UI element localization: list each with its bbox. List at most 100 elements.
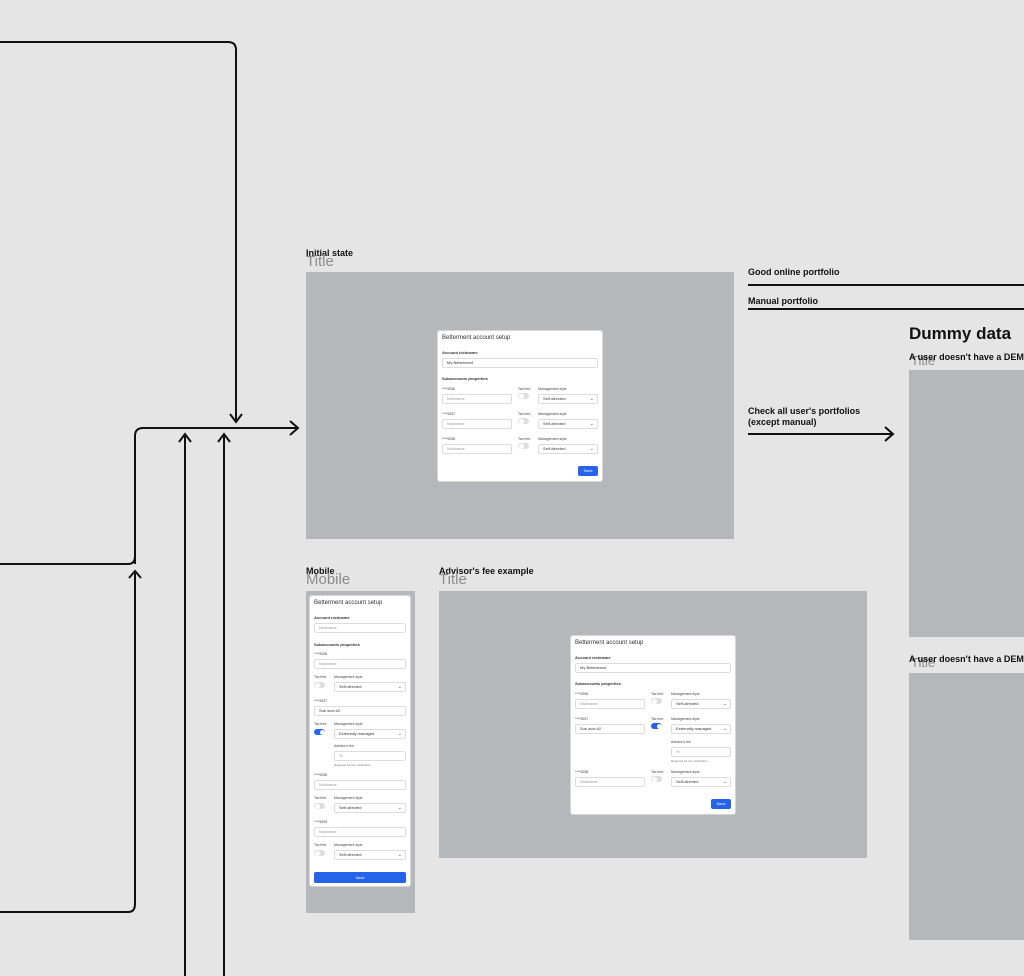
chevron-down-icon: ⌄ xyxy=(397,731,402,737)
account-number: ****5257 xyxy=(442,412,456,416)
management-label: Management style xyxy=(671,717,700,721)
save-button[interactable]: Save xyxy=(578,466,598,476)
management-select[interactable]: Self-directed ⌄ xyxy=(334,850,406,860)
tax-free-toggle[interactable] xyxy=(314,729,325,735)
account-number: ****5257 xyxy=(314,699,328,703)
subaccounts-label: Subaccounts properties xyxy=(442,376,488,381)
account-number: ****5256 xyxy=(442,387,456,391)
management-select[interactable]: Externally managed ⌄ xyxy=(334,729,406,739)
subaccount-nickname-input[interactable]: Nickname xyxy=(575,699,645,709)
nickname-label: Account nickname xyxy=(314,615,350,620)
management-select[interactable]: Self-directed ⌄ xyxy=(671,699,731,709)
nickname-input[interactable]: My Betterment xyxy=(575,663,731,673)
tax-free-toggle[interactable] xyxy=(314,850,325,856)
management-select[interactable]: Externally managed ⌄ xyxy=(671,724,731,734)
chevron-down-icon: ⌄ xyxy=(397,805,402,811)
management-label: Management style xyxy=(334,843,363,847)
subaccount-nickname-input[interactable]: Nickname xyxy=(314,659,406,669)
management-select-value: Self-directed xyxy=(543,421,566,426)
account-number: ****5257 xyxy=(575,717,589,721)
frame-dummy-1 xyxy=(909,370,1024,637)
tax-free-toggle[interactable] xyxy=(314,682,325,688)
wire-top xyxy=(0,41,237,420)
chevron-down-icon: ⌄ xyxy=(722,701,727,707)
tax-free-label: Tax free xyxy=(651,717,664,721)
subaccount-nickname-input[interactable]: Nickname xyxy=(442,419,512,429)
advisor-fee-label: Advisor's fee xyxy=(671,740,691,744)
management-select[interactable]: Self-directed ⌄ xyxy=(334,682,406,692)
account-number: ****5259 xyxy=(314,820,328,824)
nickname-label: Account nickname xyxy=(575,655,611,660)
tax-free-toggle[interactable] xyxy=(651,776,662,782)
subaccount-nickname-input[interactable]: Sub acct #2 xyxy=(314,706,406,716)
management-select[interactable]: Self-directed ⌄ xyxy=(671,777,731,787)
section-divider-1 xyxy=(748,284,1024,286)
save-button[interactable]: Save xyxy=(711,799,731,809)
tax-free-toggle[interactable] xyxy=(518,393,529,399)
frame-label-dummy-1: A user doesn't have a DEM xyxy=(909,352,1024,362)
subaccounts-label: Subaccounts properties xyxy=(314,642,360,647)
frame-title-mobile: Mobile xyxy=(306,571,351,588)
management-select-value: Self-directed xyxy=(339,684,362,689)
tax-free-label: Tax free xyxy=(314,796,327,800)
account-number: ****5258 xyxy=(575,770,589,774)
save-button[interactable]: Save xyxy=(314,872,406,883)
subaccount-nickname-input[interactable]: Nickname xyxy=(314,780,406,790)
section-manual: Manual portfolio xyxy=(748,296,818,306)
account-number: ****5258 xyxy=(442,437,456,441)
section-divider-2 xyxy=(748,308,1024,310)
management-label: Management style xyxy=(538,387,567,391)
tax-free-label: Tax free xyxy=(518,412,531,416)
tax-free-toggle[interactable] xyxy=(518,443,529,449)
tax-free-label: Tax free xyxy=(314,675,327,679)
tax-free-label: Tax free xyxy=(314,722,327,726)
dummy-data-heading: Dummy data xyxy=(909,324,1012,343)
subaccount-nickname-input[interactable]: Nickname xyxy=(314,827,406,837)
management-select[interactable]: Self-directed ⌄ xyxy=(334,803,406,813)
frame-label-dummy-2: A user doesn't have a DEM xyxy=(909,654,1024,664)
chevron-down-icon: ⌄ xyxy=(397,684,402,690)
tax-free-toggle[interactable] xyxy=(651,723,662,729)
chevron-down-icon: ⌄ xyxy=(589,446,594,452)
management-select[interactable]: Self-directed ⌄ xyxy=(538,394,598,404)
management-label: Management style xyxy=(538,412,567,416)
management-label: Management style xyxy=(671,692,700,696)
management-select-value: Self-directed xyxy=(676,779,699,784)
wire-left-return xyxy=(0,555,136,565)
management-select[interactable]: Self-directed ⌄ xyxy=(538,444,598,454)
card-title: Betterment account setup xyxy=(314,600,383,606)
chevron-down-icon: ⌄ xyxy=(589,396,594,402)
chevron-down-icon: ⌄ xyxy=(589,421,594,427)
advisor-fee-input[interactable]: % xyxy=(334,751,406,761)
management-select-value: Self-directed xyxy=(339,852,362,857)
subaccount-nickname-input[interactable]: Nickname xyxy=(442,444,512,454)
subaccounts-label: Subaccounts properties xyxy=(575,681,621,686)
account-number: ****5256 xyxy=(314,652,328,656)
management-select-value: Self-directed xyxy=(676,701,699,706)
management-label: Management style xyxy=(538,437,567,441)
management-select-value: Externally managed xyxy=(676,726,712,731)
setup-card-initial: Betterment account setup Account nicknam… xyxy=(438,331,602,481)
subaccount-nickname-input[interactable]: Sub acct #2 xyxy=(575,724,645,734)
account-number: ****5256 xyxy=(575,692,589,696)
tax-free-label: Tax free xyxy=(651,692,664,696)
nickname-input[interactable]: My Betterment xyxy=(442,358,598,368)
advisor-fee-input[interactable]: % xyxy=(671,747,731,757)
tax-free-toggle[interactable] xyxy=(314,803,325,809)
setup-card-mobile: Betterment account setup Account nicknam… xyxy=(310,596,410,886)
tax-free-label: Tax free xyxy=(518,437,531,441)
frame-mobile: Betterment account setup Account nicknam… xyxy=(306,591,415,913)
tax-free-toggle[interactable] xyxy=(651,698,662,704)
wire-bottom xyxy=(0,572,136,913)
subaccount-nickname-input[interactable]: Nickname xyxy=(442,394,512,404)
nickname-input[interactable]: Nickname xyxy=(314,623,406,633)
card-title: Betterment account setup xyxy=(442,335,511,341)
subaccount-nickname-input[interactable]: Nickname xyxy=(575,777,645,787)
chevron-down-icon: ⌄ xyxy=(722,726,727,732)
card-title: Betterment account setup xyxy=(575,640,644,646)
management-select-value: Externally managed xyxy=(339,731,375,736)
management-select[interactable]: Self-directed ⌄ xyxy=(538,419,598,429)
section-check-all: Check all user's portfolios (except manu… xyxy=(748,406,861,427)
advisor-fee-label: Advisor's fee xyxy=(334,744,354,748)
tax-free-toggle[interactable] xyxy=(518,418,529,424)
